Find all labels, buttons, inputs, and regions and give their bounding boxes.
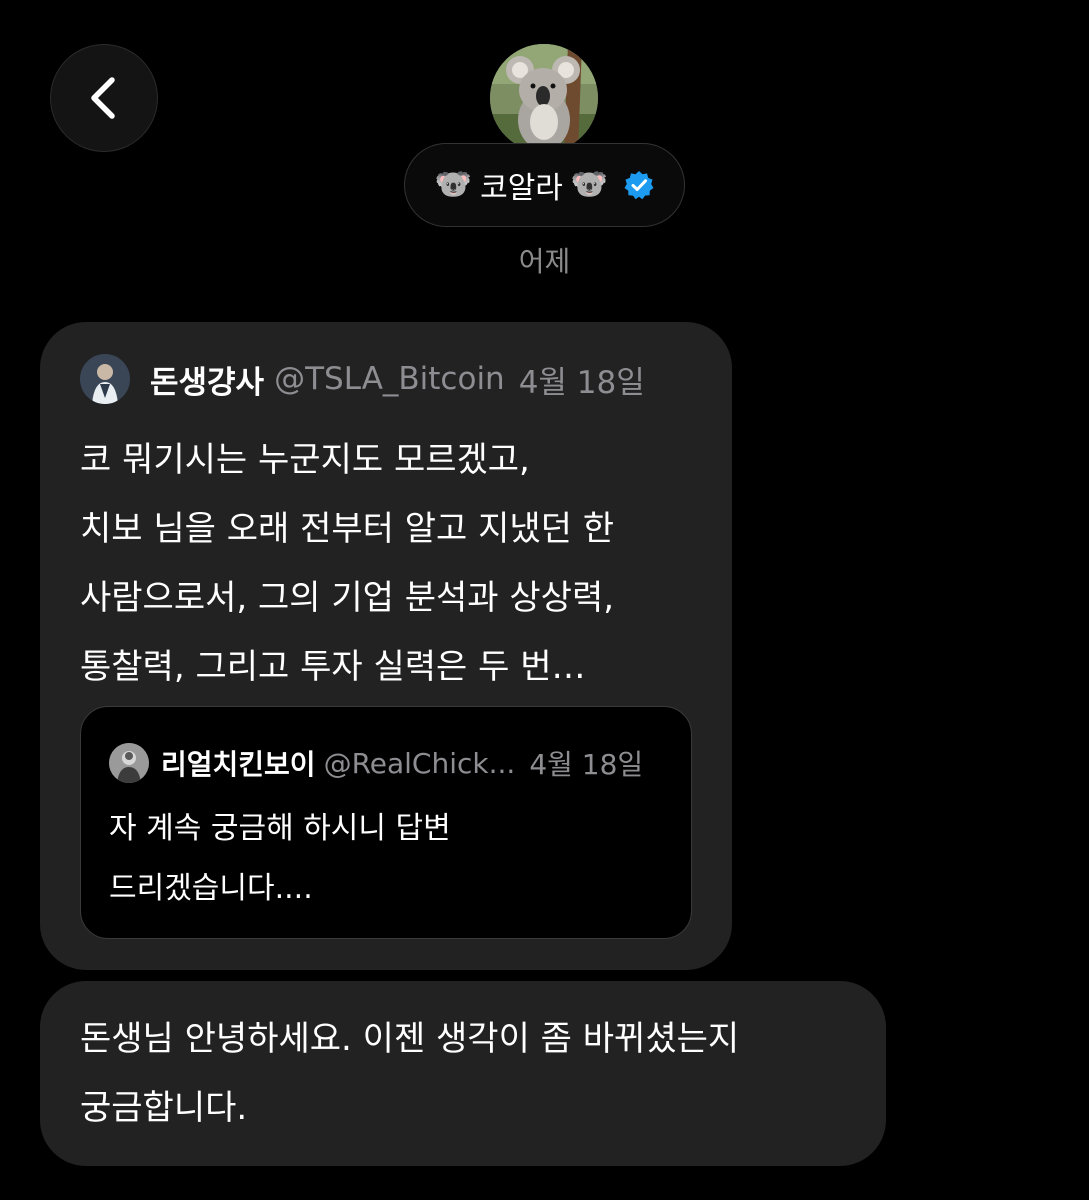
chevron-left-icon bbox=[91, 77, 115, 119]
tweet-author-handle: @TSLA_Bitcoin bbox=[274, 361, 505, 397]
quoted-author-avatar[interactable] bbox=[109, 743, 149, 783]
contact-name: 코알라 bbox=[480, 171, 563, 206]
tweet-text-line: 치보 님을 오래 전부터 알고 지냈던 한 bbox=[80, 509, 615, 549]
koala-emoji-right: 🐨 bbox=[570, 167, 609, 202]
tweet-author-name[interactable]: 돈생걍사 bbox=[150, 357, 264, 402]
quoted-text-line: 드리겠습니다.... bbox=[109, 871, 313, 906]
koala-avatar bbox=[490, 44, 598, 152]
shared-tweet-bubble[interactable]: 돈생걍사 @TSLA_Bitcoin 4월 18일 코 뭐기시는 누군지도 모르… bbox=[40, 322, 732, 970]
message-text: 돈생님 안녕하세요. 이젠 생각이 좀 바뀌셨는지 궁금합니다. bbox=[80, 1005, 739, 1143]
quoted-tweet-text: 자 계속 궁금해 하시니 답변 드리겠습니다.... bbox=[109, 799, 451, 919]
contact-name-pill[interactable]: 🐨 코알라 🐨 bbox=[404, 143, 685, 227]
message-bubble[interactable]: 돈생님 안녕하세요. 이젠 생각이 좀 바뀌셨는지 궁금합니다. bbox=[40, 981, 886, 1166]
dm-conversation-screen: 🐨 코알라 🐨 어제 돈생걍사 @TSLA_Bitcoin 4월 18일 코 뭐… bbox=[0, 0, 1089, 1200]
date-separator: 어제 bbox=[518, 245, 571, 278]
profile-avatar[interactable] bbox=[490, 44, 598, 152]
tweet-date: 4월 18일 bbox=[518, 364, 645, 401]
quoted-tweet-card[interactable]: 리얼치킨보이 @RealChick... 4월 18일 자 계속 궁금해 하시니… bbox=[80, 706, 692, 939]
message-text-line: 돈생님 안녕하세요. 이젠 생각이 좀 바뀌셨는지 bbox=[80, 1019, 740, 1059]
koala-emoji-left: 🐨 bbox=[434, 167, 473, 202]
tweet-text-line: 사람으로서, 그의 기업 분석과 상상력, bbox=[80, 578, 615, 618]
verified-badge-icon bbox=[624, 170, 654, 200]
quoted-tweet-header: 리얼치킨보이 @RealChick... 4월 18일 bbox=[109, 743, 643, 783]
quoted-tweet-date: 4월 18일 bbox=[529, 748, 644, 781]
tweet-text-line: 통찰력, 그리고 투자 실력은 두 번… bbox=[80, 647, 586, 687]
tweet-text: 코 뭐기시는 누군지도 모르겠고, 치보 님을 오래 전부터 알고 지냈던 한 … bbox=[80, 426, 720, 702]
quoted-author-name: 리얼치킨보이 bbox=[161, 748, 316, 781]
quoted-author-handle: @RealChick... bbox=[323, 746, 516, 780]
tweet-text-line: 코 뭐기시는 누군지도 모르겠고, bbox=[80, 440, 530, 480]
message-text-line: 궁금합니다. bbox=[80, 1088, 248, 1128]
tweet-author-avatar[interactable] bbox=[80, 354, 130, 404]
back-button[interactable] bbox=[50, 44, 158, 152]
quoted-text-line: 자 계속 궁금해 하시니 답변 bbox=[109, 811, 451, 846]
tweet-header: 돈생걍사 @TSLA_Bitcoin 4월 18일 bbox=[80, 354, 645, 404]
